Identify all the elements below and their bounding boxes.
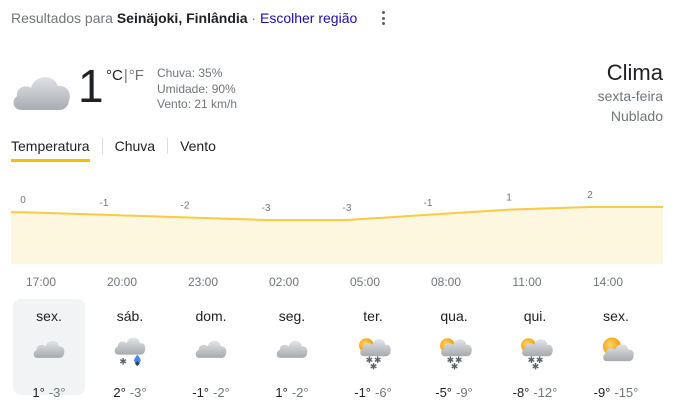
forecast-day[interactable]: sex. -9° -15°: [580, 302, 652, 400]
chart-point-label: -2: [181, 200, 190, 211]
cloud-icon: [33, 340, 65, 358]
chart-point-label: 0: [20, 195, 26, 206]
forecast-temps: -8° -12°: [499, 385, 571, 400]
forecast-low: -15°: [614, 385, 639, 400]
forecast-high: -9°: [593, 385, 611, 400]
sun-snow-cloud-icon: ✱ ✱✱: [359, 338, 391, 371]
sun-snow-cloud-icon: ✱ ✱✱: [440, 338, 472, 371]
location-name: Seinäjoki, Finlândia: [116, 10, 248, 26]
forecast-low: -6°: [375, 385, 392, 400]
forecast-day[interactable]: dom. -1° -2°: [175, 302, 247, 400]
chart-time-label: 14:00: [592, 275, 624, 289]
current-details: Chuva: 35% Umidade: 90% Vento: 21 km/h: [157, 66, 237, 113]
forecast-temps: 2° -3°: [94, 385, 166, 400]
tab-vento[interactable]: Vento: [180, 138, 216, 162]
more-options-icon[interactable]: [376, 9, 390, 27]
svg-text:✱: ✱: [370, 362, 378, 371]
precipitation-text: Chuva: 35%: [157, 66, 223, 80]
unit-toggle: °C|°F: [106, 67, 144, 84]
forecast-low: -3°: [129, 385, 147, 400]
partly-cloudy-icon: [602, 337, 634, 362]
forecast-day[interactable]: ter. ✱ ✱ ✱ -1° -6°: [337, 302, 409, 400]
forecast-temps: -5° -9°: [418, 385, 490, 400]
forecast-day-name: sex.: [36, 308, 62, 324]
tab-divider: [101, 138, 103, 154]
forecast-day-name: sex.: [603, 308, 629, 324]
tab-divider: [167, 138, 169, 154]
tab-chuva[interactable]: Chuva: [115, 138, 155, 162]
forecast-low: -12°: [533, 385, 558, 400]
forecast-day[interactable]: sex. 1° -3°: [13, 299, 85, 400]
forecast-temps: -9° -15°: [580, 385, 652, 400]
cloud-icon: [195, 340, 227, 358]
chart-point-label: -3: [343, 203, 352, 214]
forecast-low: -2°: [213, 385, 230, 400]
svg-text:✱: ✱: [119, 357, 127, 367]
forecast-temps: -1° -2°: [175, 385, 247, 400]
temperature-chart: 0 -1 -2 -3 -3 -1 1 2: [11, 190, 663, 264]
chart-time-label: 23:00: [187, 275, 219, 289]
change-region-link[interactable]: Escolher região: [260, 10, 357, 26]
snow-rain-cloud-icon: ✱: [114, 337, 146, 367]
chart-point-label: -1: [100, 198, 109, 209]
unit-fahrenheit-button[interactable]: °F: [129, 67, 144, 84]
weather-summary: Clima sexta-feira Nublado: [598, 60, 663, 126]
forecast-day-name: qua.: [440, 308, 468, 324]
unit-celsius-button[interactable]: °C: [106, 67, 123, 84]
chart-tabs: Temperatura Chuva Vento: [11, 138, 216, 162]
forecast-day[interactable]: qua. ✱ ✱ ✱ -5° -9°: [418, 302, 490, 400]
wind-text: Vento: 21 km/h: [157, 97, 238, 111]
forecast-high: 1°: [275, 385, 288, 400]
forecast-day-name: qui.: [523, 308, 547, 324]
svg-text:✱: ✱: [532, 362, 540, 371]
forecast-high: -8°: [512, 385, 530, 400]
humidity-text: Umidade: 90%: [157, 81, 236, 96]
weather-day: sexta-feira: [597, 88, 663, 104]
search-header: Resultados para Seinäjoki, Finlândia · E…: [11, 10, 357, 26]
forecast-temps: -1° -6°: [337, 385, 409, 400]
forecast-day-name: sáb.: [116, 308, 144, 324]
forecast-high: 2°: [113, 385, 126, 400]
cloud-icon: [276, 340, 308, 358]
forecast-high: -1°: [192, 385, 209, 400]
chart-time-label: 08:00: [430, 275, 462, 289]
weather-title: Clima: [606, 60, 663, 85]
chart-time-label: 02:00: [268, 275, 300, 289]
forecast-high: -5°: [435, 385, 452, 400]
weather-condition: Nublado: [610, 108, 663, 124]
chart-time-label: 17:00: [25, 275, 57, 289]
forecast-low: -2°: [291, 385, 309, 400]
unit-separator: |: [123, 67, 128, 84]
current-temperature: 1: [78, 60, 104, 112]
results-prefix: Resultados para: [11, 10, 117, 26]
chart-point-label: 1: [506, 193, 512, 204]
forecast-low: -9°: [456, 385, 473, 400]
forecast-high: -1°: [354, 385, 371, 400]
forecast-low: -3°: [48, 385, 66, 400]
header-separator: ·: [247, 10, 260, 26]
chart-time-label: 11:00: [512, 275, 542, 289]
forecast-day-name: seg.: [278, 308, 306, 324]
tab-temperatura[interactable]: Temperatura: [11, 138, 90, 162]
chart-point-label: -1: [424, 198, 433, 209]
forecast-day[interactable]: seg. 1° -2°: [256, 302, 328, 400]
svg-text:✱: ✱: [451, 362, 459, 371]
chart-time-label: 05:00: [349, 275, 381, 289]
forecast-temps: 1° -3°: [13, 385, 85, 400]
cloud-icon: [13, 77, 70, 110]
forecast-day-name: ter.: [363, 308, 383, 324]
chart-time-label: 20:00: [106, 275, 138, 289]
chart-point-label: -3: [262, 203, 271, 214]
forecast-temps: 1° -2°: [256, 385, 328, 400]
chart-point-label: 2: [587, 190, 593, 201]
forecast-day[interactable]: qui. ✱ ✱ ✱ -8° -12°: [499, 302, 571, 400]
forecast-high: 1°: [32, 385, 45, 400]
forecast-day-name: dom.: [195, 308, 227, 324]
sun-snow-cloud-icon: ✱ ✱✱: [521, 338, 553, 371]
forecast-day[interactable]: sáb. ✱ 2° -3°: [94, 302, 166, 400]
